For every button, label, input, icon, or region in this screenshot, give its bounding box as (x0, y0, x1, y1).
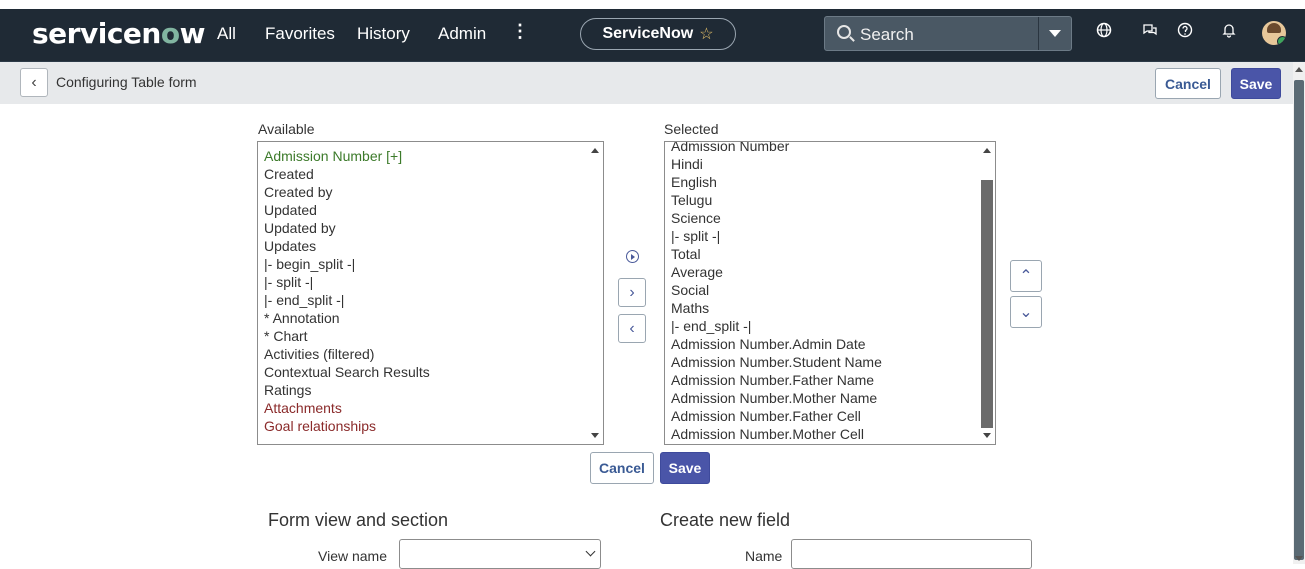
name-label: Name (745, 548, 783, 564)
chevron-left-icon: ‹ (629, 319, 635, 337)
top-nav: servicenow All Favorites History Admin ⋮… (0, 0, 1305, 62)
available-items: Admission Number [+] Created Created by Upd… (264, 147, 430, 435)
scroll-down-icon[interactable] (1295, 556, 1303, 561)
page-scroll-thumb[interactable] (1294, 80, 1304, 560)
available-item[interactable]: Updates (264, 237, 430, 255)
scroll-thumb[interactable] (981, 180, 993, 428)
selected-item[interactable]: Social (671, 281, 882, 299)
header-save-button[interactable]: Save (1231, 68, 1281, 99)
selected-label: Selected (664, 121, 719, 137)
save-button[interactable]: Save (660, 452, 710, 484)
selected-item[interactable]: Admission Number.Admin Date (671, 335, 882, 353)
selected-item[interactable]: Average (671, 263, 882, 281)
nav-all[interactable]: All (217, 24, 236, 44)
scroll-up-icon[interactable] (1295, 67, 1303, 72)
globe-icon[interactable] (1094, 22, 1114, 42)
servicenow-logo[interactable]: servicenow (32, 17, 205, 50)
selected-list[interactable]: Admission Number Hindi English Telugu Scienc… (664, 141, 996, 445)
chevron-down-icon (585, 546, 596, 557)
available-item[interactable]: Activities (filtered) (264, 345, 430, 363)
chevron-left-icon: ‹ (31, 73, 37, 91)
scroll-down-icon[interactable] (983, 433, 991, 438)
available-item[interactable]: Goal relationships (264, 417, 430, 435)
scope-name: ServiceNow (602, 25, 694, 42)
selected-item[interactable]: Maths (671, 299, 882, 317)
nav-favorites[interactable]: Favorites (265, 24, 335, 44)
back-button[interactable]: ‹ (20, 68, 48, 97)
selected-item[interactable]: Total (671, 245, 882, 263)
available-item[interactable]: Ratings (264, 381, 430, 399)
available-item[interactable]: * Annotation (264, 309, 430, 327)
star-icon[interactable]: ☆ (699, 24, 713, 44)
more-menu-icon[interactable]: ⋮ (511, 21, 529, 42)
move-down-button[interactable]: ⌄ (1010, 296, 1042, 328)
selected-item[interactable]: Hindi (671, 155, 882, 173)
scroll-down-icon[interactable] (591, 433, 599, 438)
chevron-up-icon: ⌃ (1019, 268, 1033, 285)
selected-items: Admission Number Hindi English Telugu Scienc… (671, 142, 882, 443)
selected-item[interactable]: |- split -| (671, 227, 882, 245)
scope-picker[interactable]: ServiceNow ☆ (580, 18, 736, 50)
new-field-heading: Create new field (660, 510, 791, 530)
scroll-up-icon[interactable] (591, 148, 599, 153)
selected-item[interactable]: Science (671, 209, 882, 227)
available-item[interactable]: Updated (264, 201, 430, 219)
play-info-icon[interactable] (626, 250, 639, 263)
available-item[interactable]: |- begin_split -| (264, 255, 430, 273)
chevron-down-icon: ⌄ (1019, 304, 1033, 321)
available-item[interactable]: |- end_split -| (264, 291, 430, 309)
scroll-up-icon[interactable] (983, 148, 991, 153)
selected-item[interactable]: Admission Number.Mother Cell (671, 425, 882, 443)
selected-item[interactable]: Admission Number (671, 142, 882, 155)
name-input[interactable] (791, 539, 1032, 569)
selected-item[interactable]: Admission Number.Student Name (671, 353, 882, 371)
nav-admin[interactable]: Admin (438, 24, 486, 44)
remove-from-selected-button[interactable]: ‹ (618, 314, 646, 343)
selected-item[interactable]: |- end_split -| (671, 317, 882, 335)
chevron-right-icon: › (629, 283, 635, 301)
available-label: Available (258, 121, 315, 137)
user-avatar[interactable] (1262, 21, 1286, 45)
help-icon[interactable] (1175, 22, 1195, 42)
view-name-label: View name (318, 548, 388, 564)
page-title: Configuring Table form (56, 74, 197, 90)
available-item[interactable]: Created by (264, 183, 430, 201)
selected-item[interactable]: English (671, 173, 882, 191)
view-name-select[interactable] (399, 539, 601, 569)
selected-item[interactable]: Admission Number.Mother Name (671, 389, 882, 407)
bell-icon[interactable] (1219, 22, 1239, 42)
available-item[interactable]: |- split -| (264, 273, 430, 291)
available-item[interactable]: Attachments (264, 399, 430, 417)
cancel-button[interactable]: Cancel (590, 452, 654, 484)
selected-item[interactable]: Telugu (671, 191, 882, 209)
search-dropdown-icon[interactable] (1038, 17, 1071, 50)
nav-history[interactable]: History (357, 24, 410, 44)
available-item[interactable]: Updated by (264, 219, 430, 237)
selected-item[interactable]: Admission Number.Father Name (671, 371, 882, 389)
top-strip (0, 0, 1305, 9)
selected-item[interactable]: Admission Number.Father Cell (671, 407, 882, 425)
available-list[interactable]: Admission Number [+] Created Created by Upd… (257, 141, 604, 445)
move-up-button[interactable]: ⌃ (1010, 260, 1042, 292)
available-item[interactable]: * Chart (264, 327, 430, 345)
available-item[interactable]: Created (264, 165, 430, 183)
selected-scrollbar[interactable] (979, 142, 995, 444)
search-input[interactable]: Search (860, 25, 914, 45)
available-scrollbar[interactable] (587, 142, 603, 444)
chat-icon[interactable] (1140, 22, 1160, 42)
available-item[interactable]: Admission Number [+] (264, 147, 430, 165)
available-item[interactable]: Contextual Search Results (264, 363, 430, 381)
page-scrollbar[interactable] (1293, 62, 1305, 564)
add-to-selected-button[interactable]: › (618, 278, 646, 307)
search-icon (837, 25, 851, 39)
header-cancel-button[interactable]: Cancel (1155, 68, 1221, 99)
form-view-heading: Form view and section (268, 510, 449, 530)
global-search[interactable]: Search (824, 16, 1072, 51)
